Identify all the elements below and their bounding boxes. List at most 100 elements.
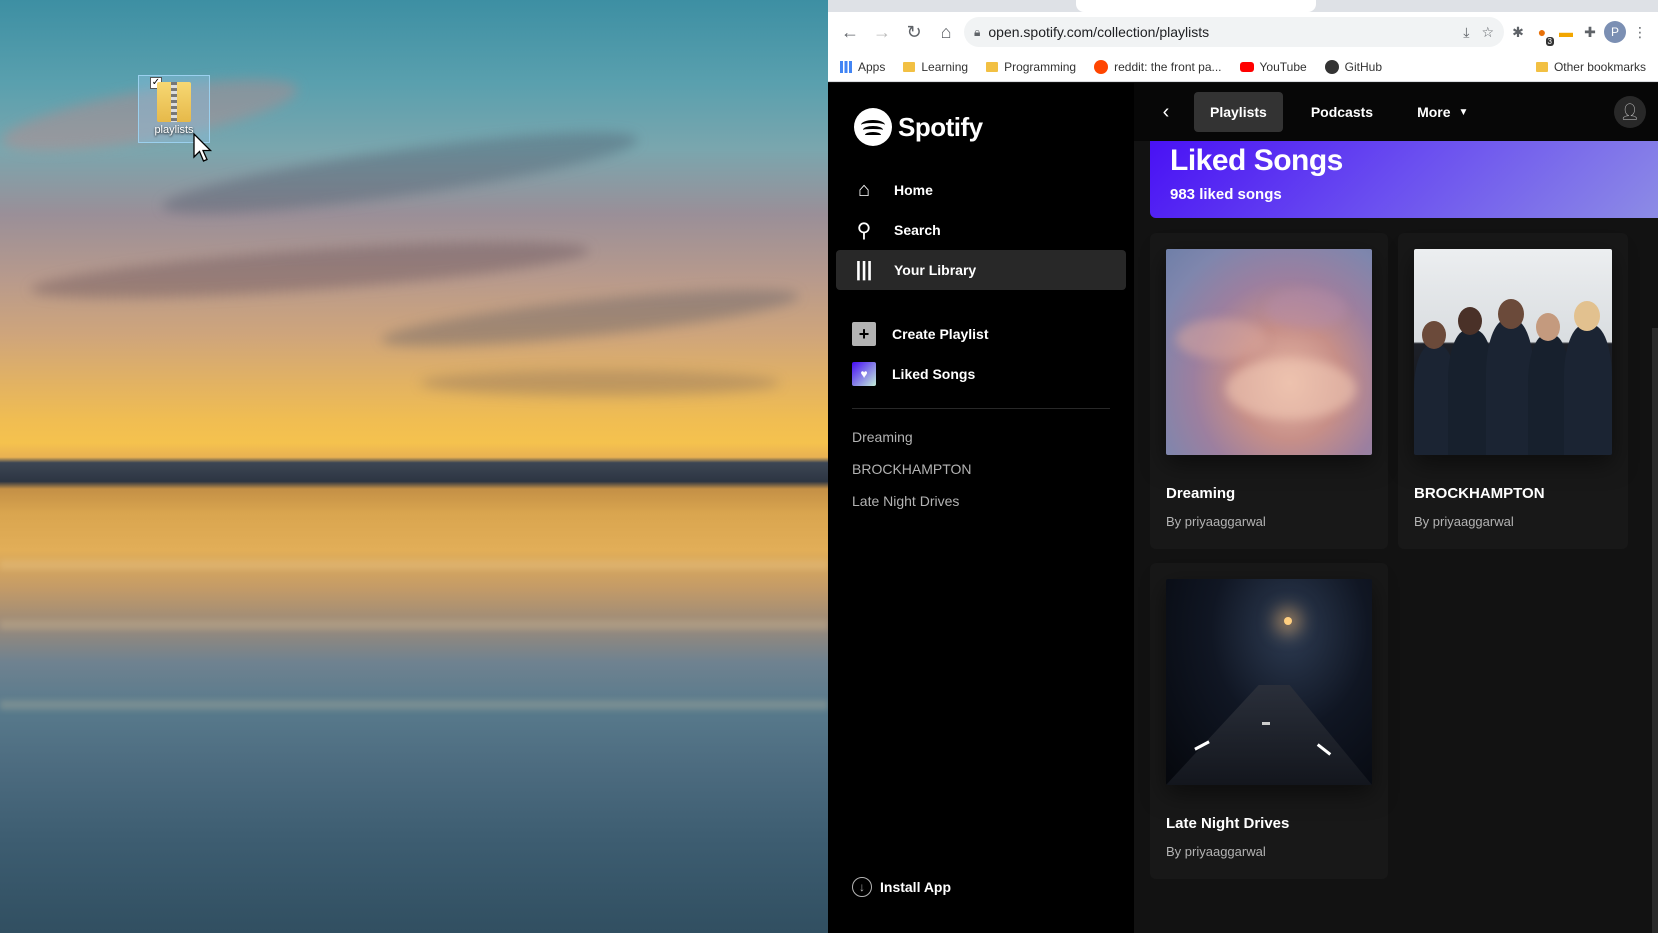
main-content: ‹ Playlists Podcasts More ▼ 👤︎ Liked Son… xyxy=(1134,83,1658,933)
wallpaper-cloud xyxy=(29,230,591,310)
bookmark-apps[interactable]: Apps xyxy=(840,60,885,74)
sidebar-item-label: Search xyxy=(894,222,941,238)
browser-tab-active[interactable] xyxy=(1076,0,1316,12)
playlist-card-title: Dreaming xyxy=(1166,485,1236,502)
create-playlist-label: Create Playlist xyxy=(892,326,989,342)
extension-badge-icon[interactable]: ● 3 xyxy=(1532,22,1554,46)
playlist-cover-image xyxy=(1414,249,1612,455)
desktop-icon-label: playlists xyxy=(154,124,194,136)
sidebar-playlist-dreaming[interactable]: Dreaming xyxy=(828,421,1134,453)
spotify-logo-icon xyxy=(854,108,892,146)
address-bar[interactable]: 🔒︎ open.spotify.com/collection/playlists… xyxy=(964,17,1504,47)
back-arrow-icon[interactable]: ← xyxy=(836,18,864,46)
bookmark-label: GitHub xyxy=(1344,59,1383,74)
folder-icon xyxy=(903,61,916,72)
search-icon: ⚲ xyxy=(856,219,872,242)
playlist-cover-image xyxy=(1166,579,1372,785)
liked-songs-title: Liked Songs xyxy=(1170,144,1343,177)
sidebar-item-home[interactable]: ⌂ Home xyxy=(836,170,1126,210)
install-app-label: Install App xyxy=(880,879,952,895)
spotify-app: Spotify ⌂ Home ⚲ Search ||| Your Library xyxy=(828,83,1658,933)
zip-folder-icon xyxy=(157,82,191,122)
top-bar: ‹ Playlists Podcasts More ▼ 👤︎ xyxy=(1134,83,1658,141)
heart-icon: ♥ xyxy=(852,362,876,386)
liked-songs-count: 983 liked songs xyxy=(1170,186,1282,203)
playlist-card-late-night-drives[interactable]: Late Night Drives By priyaaggarwal xyxy=(1150,563,1388,879)
bookmark-github[interactable]: GitHub xyxy=(1324,59,1383,74)
liked-songs-label: Liked Songs xyxy=(892,366,976,382)
playlist-card-owner: By priyaaggarwal xyxy=(1166,844,1266,859)
playlist-card-title: Late Night Drives xyxy=(1166,815,1290,832)
bookmark-label: Learning xyxy=(921,59,969,74)
folder-icon xyxy=(1535,61,1548,72)
bookmarks-bar: Apps Learning Programming reddit: the fr… xyxy=(828,52,1658,82)
bookmark-other[interactable]: Other bookmarks xyxy=(1535,60,1646,74)
playlist-card-dreaming[interactable]: Dreaming By priyaaggarwal xyxy=(1150,233,1388,549)
water-ripple xyxy=(0,620,828,630)
playlist-card-title: BROCKHAMPTON xyxy=(1414,485,1545,502)
plus-icon: + xyxy=(852,322,876,346)
bookmark-learning[interactable]: Learning xyxy=(903,60,968,74)
tab-strip xyxy=(828,0,1658,12)
water-ripple xyxy=(0,700,828,710)
liked-songs-button[interactable]: ♥ Liked Songs xyxy=(828,354,1134,394)
forward-arrow-icon[interactable]: → xyxy=(868,18,896,46)
install-app-button[interactable]: ↓ Install App xyxy=(852,877,951,897)
scrollbar[interactable] xyxy=(1652,328,1658,933)
tab-more-label: More xyxy=(1417,104,1451,120)
bookmark-programming[interactable]: Programming xyxy=(986,60,1076,74)
playlist-card-owner: By priyaaggarwal xyxy=(1166,514,1266,529)
browser-tab[interactable] xyxy=(834,0,1074,12)
youtube-icon xyxy=(1239,61,1254,72)
url-text: open.spotify.com/collection/playlists xyxy=(988,24,1210,40)
wallpaper-cloud xyxy=(420,370,780,396)
bookmark-label: Apps xyxy=(858,59,886,74)
tab-playlists[interactable]: Playlists xyxy=(1194,92,1283,132)
playlist-card-owner: By priyaaggarwal xyxy=(1414,514,1514,529)
wallpaper-cloud xyxy=(159,116,641,230)
bookmark-label: reddit: the front pa... xyxy=(1114,59,1222,74)
avatar[interactable]: P xyxy=(1604,21,1626,43)
download-icon: ↓ xyxy=(852,877,872,897)
extension-badge-count: 3 xyxy=(1545,37,1554,46)
bookmark-label: Programming xyxy=(1004,59,1077,74)
water-ripple xyxy=(0,560,828,570)
sidebar-item-label: Your Library xyxy=(894,262,977,278)
folder-icon xyxy=(986,61,999,72)
sidebar: Spotify ⌂ Home ⚲ Search ||| Your Library xyxy=(828,83,1134,933)
sidebar-playlist-late-night-drives[interactable]: Late Night Drives xyxy=(828,485,1134,517)
sidebar-item-your-library[interactable]: ||| Your Library xyxy=(836,250,1126,290)
playlist-card-brockhampton[interactable]: BROCKHAMPTON By priyaaggarwal xyxy=(1398,233,1628,549)
bookmark-reddit[interactable]: reddit: the front pa... xyxy=(1094,59,1222,74)
tab-podcasts[interactable]: Podcasts xyxy=(1295,92,1389,132)
star-icon[interactable]: ☆ xyxy=(1481,24,1494,41)
bookmark-youtube[interactable]: YouTube xyxy=(1239,59,1307,74)
sidebar-item-search[interactable]: ⚲ Search xyxy=(836,210,1126,250)
spotify-logo[interactable]: Spotify xyxy=(828,108,1134,146)
home-icon: ⌂ xyxy=(857,178,871,201)
toolbar: ← → ↻ ⌂ 🔒︎ open.spotify.com/collection/p… xyxy=(828,12,1658,52)
caret-down-icon: ▼ xyxy=(1458,106,1469,118)
sidebar-nav: ⌂ Home ⚲ Search ||| Your Library xyxy=(828,170,1134,290)
install-icon[interactable]: ⤓ xyxy=(1463,24,1469,41)
create-playlist-button[interactable]: + Create Playlist xyxy=(828,314,1134,354)
browser-window: ← → ↻ ⌂ 🔒︎ open.spotify.com/collection/p… xyxy=(828,0,1658,933)
home-icon[interactable]: ⌂ xyxy=(932,18,960,46)
menu-dots-icon[interactable]: ⋮ xyxy=(1630,22,1650,42)
playlist-cover-image xyxy=(1166,249,1372,455)
reddit-icon xyxy=(1094,59,1109,74)
extension-icon[interactable]: ✱ xyxy=(1508,22,1528,42)
apps-grid-icon xyxy=(840,60,852,73)
chevron-left-icon[interactable]: ‹ xyxy=(1150,96,1182,128)
user-icon[interactable]: 👤︎ xyxy=(1614,96,1646,128)
wallpaper-cloud xyxy=(379,278,801,358)
sidebar-actions: + Create Playlist ♥ Liked Songs xyxy=(828,314,1134,394)
puzzle-icon[interactable]: ✚ xyxy=(1580,22,1600,42)
sidebar-playlist-brockhampton[interactable]: BROCKHAMPTON xyxy=(828,453,1134,485)
reload-icon[interactable]: ↻ xyxy=(900,18,928,46)
tab-more[interactable]: More ▼ xyxy=(1401,92,1484,132)
sidebar-item-label: Home xyxy=(894,182,933,198)
bookmark-label: YouTube xyxy=(1259,59,1307,74)
spotify-wordmark: Spotify xyxy=(898,111,983,142)
extension-icon[interactable]: ▬ xyxy=(1556,22,1576,42)
